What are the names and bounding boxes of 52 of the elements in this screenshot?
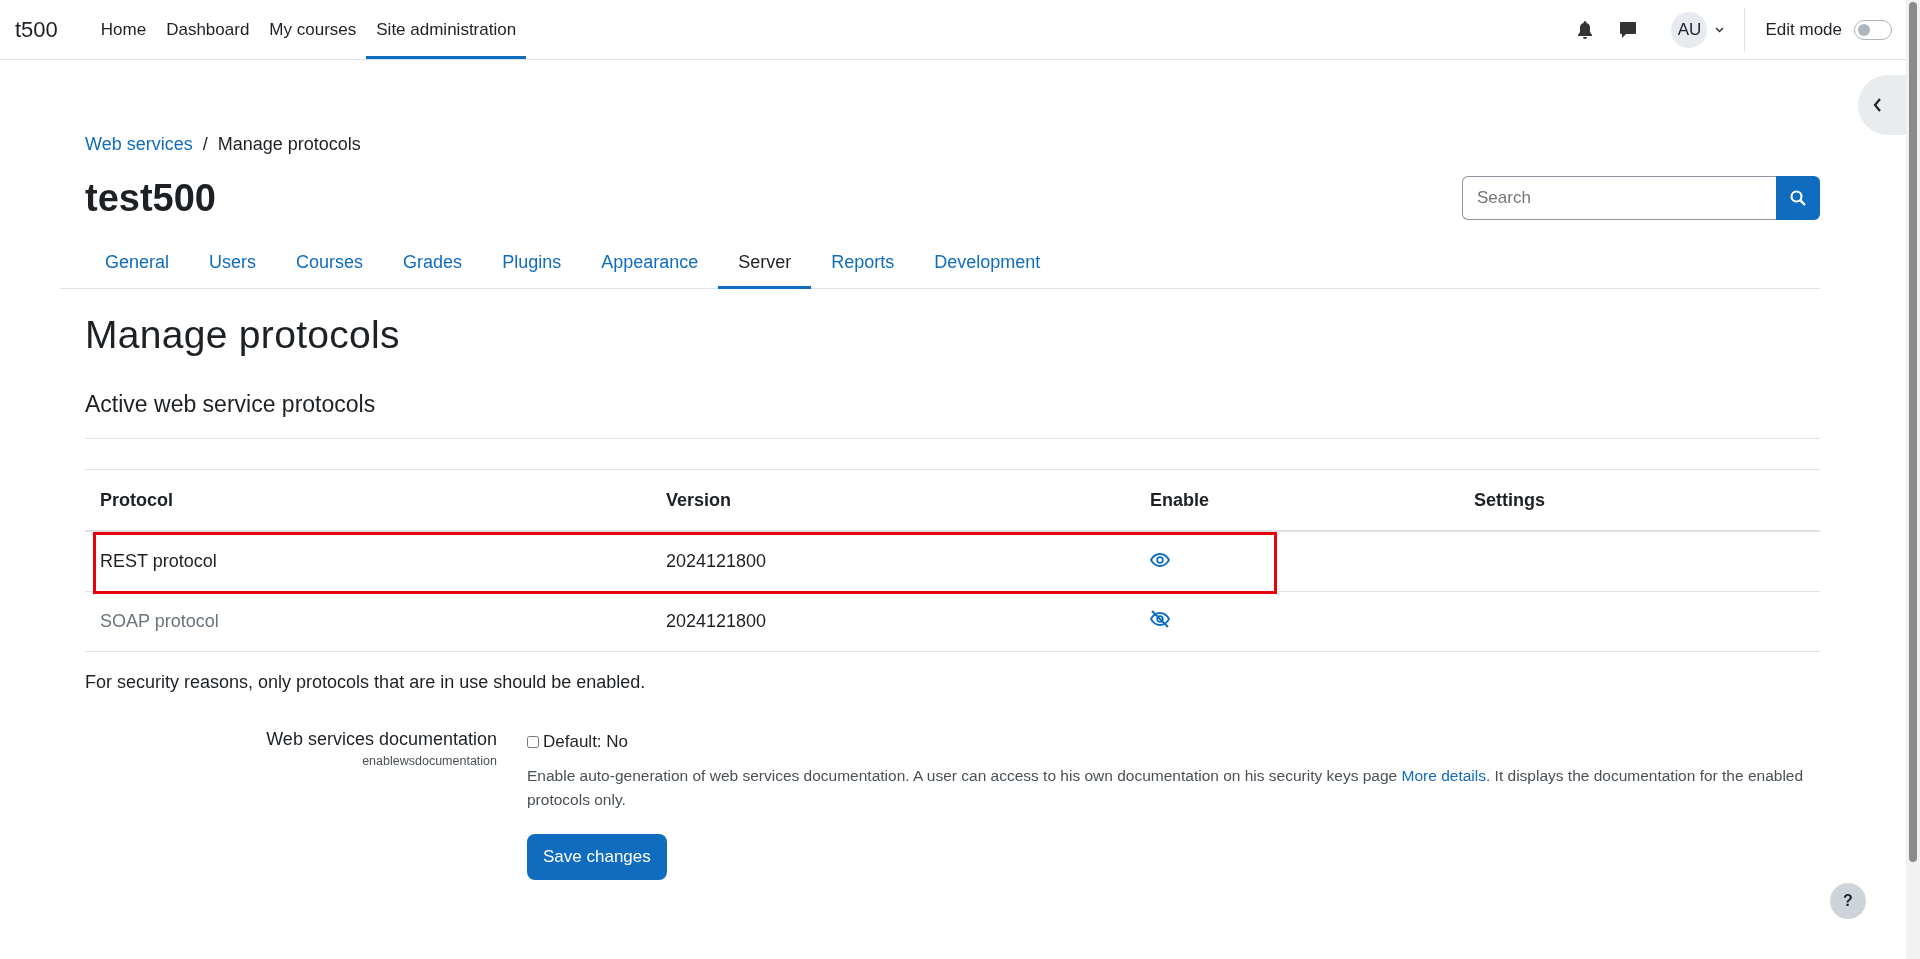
edit-mode-label: Edit mode	[1765, 19, 1842, 40]
tab[interactable]: Server	[718, 241, 812, 289]
scrollbar[interactable]	[1906, 0, 1920, 959]
table-cell-text: 2024121800	[665, 551, 768, 572]
site-brand[interactable]: t500	[15, 16, 58, 43]
table-cell-text: REST protocol	[99, 551, 218, 572]
page-heading: Manage protocols	[85, 313, 401, 357]
column-header: Enable	[1149, 489, 1211, 511]
save-changes-button[interactable]: Save changes	[527, 834, 667, 880]
breadcrumb-separator: /	[202, 134, 208, 155]
nav-link[interactable]: Home	[90, 0, 157, 59]
tab[interactable]: Reports	[811, 241, 915, 289]
search-icon	[1790, 189, 1806, 206]
security-note: For security reasons, only protocols that are in use should be enabled.	[85, 672, 647, 693]
nav-link[interactable]: My courses	[259, 0, 367, 59]
tab[interactable]: Courses	[276, 241, 384, 289]
eye-icon[interactable]	[1150, 553, 1170, 567]
checkbox-label: Default: No	[543, 732, 629, 752]
tab[interactable]: Appearance	[581, 241, 719, 289]
breadcrumb-current: Manage protocols	[217, 134, 361, 155]
setting-description: Enable auto-generation of web services documentation. A user can access to his own documentation on his security keys page More details. It displays the documentation for the enabled protocols only.	[527, 766, 1805, 810]
tab[interactable]: Plugins	[482, 241, 582, 289]
tab[interactable]: General	[85, 241, 190, 289]
column-header: Protocol	[99, 489, 174, 511]
tab[interactable]: Users	[189, 241, 277, 289]
help-button[interactable]: ?	[1830, 883, 1866, 919]
tab[interactable]: Grades	[383, 241, 483, 289]
chat-icon[interactable]	[1619, 20, 1638, 39]
user-avatar: AU	[1671, 11, 1708, 48]
bell-icon[interactable]	[1577, 20, 1594, 39]
nav-link[interactable]: Dashboard	[156, 0, 260, 59]
breadcrumb-link[interactable]: Web services	[85, 134, 193, 155]
setting-name: enablewsdocumentation	[362, 754, 497, 768]
tab[interactable]: Development	[914, 241, 1061, 289]
chevron-left-icon	[1872, 97, 1882, 113]
setting-label: Web services documentation	[266, 729, 497, 750]
caret-icon	[1715, 26, 1725, 33]
column-header: Settings	[1473, 489, 1546, 511]
nav-link[interactable]: Site administration	[366, 0, 527, 59]
table-cell-text: SOAP protocol	[99, 611, 220, 632]
search-field[interactable]: Search	[1462, 175, 1776, 220]
search-button[interactable]	[1776, 175, 1820, 220]
column-header: Version	[665, 489, 733, 511]
drawer-toggle-button[interactable]	[1858, 75, 1906, 135]
section-heading: Active web service protocols	[85, 391, 1820, 439]
eye-slash-icon[interactable]	[1150, 610, 1170, 628]
table-cell-text: 2024121800	[665, 611, 768, 632]
user-menu[interactable]: AU	[1671, 11, 1725, 48]
checkbox[interactable]	[527, 736, 539, 748]
edit-mode-switch[interactable]	[1854, 19, 1892, 40]
more-details-link[interactable]: More details	[1401, 767, 1486, 784]
site-title: test500	[85, 177, 216, 220]
